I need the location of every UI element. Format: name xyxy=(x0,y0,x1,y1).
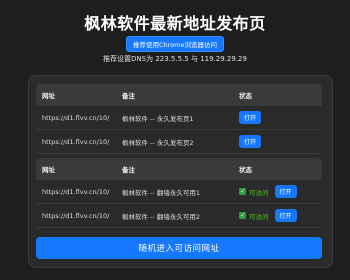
publish-page-table: 网址 备注 状态 https://d1.flvv.cn/10/ 枫林软件 -- … xyxy=(36,84,322,154)
page: 枫林软件最新地址发布页 推荐使用Chrome浏览器访问 推荐设置DNS为 223… xyxy=(0,0,350,280)
row-note: 枫林软件 -- 永久发布页1 xyxy=(122,114,194,123)
row-url: https://d1.flvv.cn/10/ xyxy=(42,211,110,220)
row-status: ✓ 可访问 打开 xyxy=(239,185,322,198)
row-note: 枫林软件 -- 翻墙永久可用2 xyxy=(122,212,200,221)
column-note: 备注 xyxy=(122,166,135,174)
row-status: ✓ 可访问 打开 xyxy=(239,209,322,222)
row-status: 打开 xyxy=(239,135,322,148)
row-note: 枫林软件 -- 永久发布页2 xyxy=(122,138,194,147)
proxy-table: 网址 备注 状态 https://d1.flvv.cn/10/ 枫林软件 -- … xyxy=(36,158,322,228)
open-button[interactable]: 打开 xyxy=(239,111,262,124)
column-status: 状态 xyxy=(239,166,252,174)
table-row: https://d1.flvv.cn/10/ 枫林软件 -- 永久发布页1 打开 xyxy=(36,106,322,130)
column-status: 状态 xyxy=(239,92,252,100)
table-header: 网址 备注 状态 xyxy=(36,84,322,106)
check-icon: ✓ xyxy=(239,188,246,195)
chrome-recommend-button[interactable]: 推荐使用Chrome浏览器访问 xyxy=(126,36,224,52)
check-icon: ✓ xyxy=(239,212,246,219)
column-url: 网址 xyxy=(42,166,55,174)
table-row: https://d1.flvv.cn/10/ 枫林软件 -- 永久发布页2 打开 xyxy=(36,130,322,154)
random-access-button[interactable]: 随机进入可访问网址 xyxy=(36,237,322,259)
open-button[interactable]: 打开 xyxy=(274,185,297,198)
row-url: https://d1.flvv.cn/10/ xyxy=(42,187,110,196)
page-title: 枫林软件最新地址发布页 xyxy=(84,14,266,33)
table-row: https://d1.flvv.cn/10/ 枫林软件 -- 翻墙永久可用1 ✓… xyxy=(36,180,322,204)
column-url: 网址 xyxy=(42,92,55,100)
table-row: https://d1.flvv.cn/10/ 枫林软件 -- 翻墙永久可用2 ✓… xyxy=(36,204,322,228)
status-text: 可访问 xyxy=(249,188,269,197)
row-note: 枫林软件 -- 翻墙永久可用1 xyxy=(122,188,200,197)
column-note: 备注 xyxy=(122,92,135,100)
open-button[interactable]: 打开 xyxy=(239,135,262,148)
dns-recommendation: 推荐设置DNS为 223.5.5.5 与 119.29.29.29 xyxy=(103,55,247,63)
row-url: https://d1.flvv.cn/10/ xyxy=(42,137,110,146)
status-text: 可访问 xyxy=(249,212,269,221)
row-url: https://d1.flvv.cn/10/ xyxy=(42,113,110,122)
row-status: 打开 xyxy=(239,111,322,124)
open-button[interactable]: 打开 xyxy=(274,209,297,222)
table-header: 网址 备注 状态 xyxy=(36,158,322,180)
